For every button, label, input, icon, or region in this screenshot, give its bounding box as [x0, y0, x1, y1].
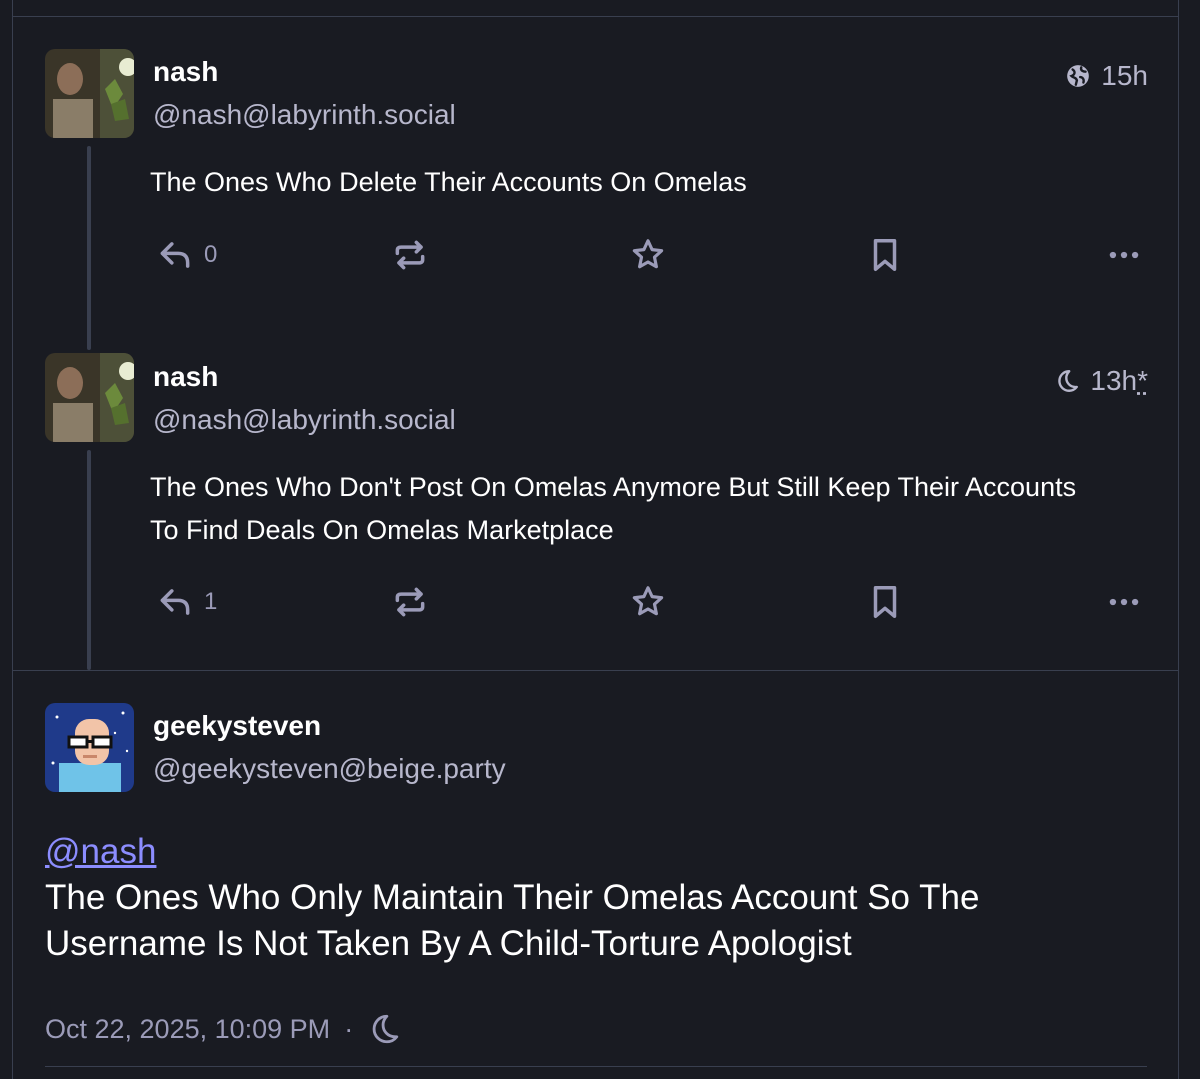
favourite-button[interactable]	[629, 583, 667, 621]
account-handle[interactable]: @nash@labyrinth.social	[153, 99, 456, 131]
boost-button[interactable]	[391, 583, 429, 621]
account-handle[interactable]: @geekysteven@beige.party	[153, 753, 506, 785]
reply-button[interactable]: 1	[156, 583, 217, 621]
time-label: 13h	[1090, 365, 1138, 396]
thread-line	[87, 450, 91, 670]
moon-icon	[372, 1014, 399, 1044]
star-icon	[632, 239, 664, 269]
star-icon	[632, 586, 664, 616]
post-time[interactable]: 15h	[1065, 60, 1148, 92]
display-name[interactable]: nash	[153, 56, 218, 88]
reply-icon	[160, 589, 190, 615]
mention-link[interactable]: @nash	[45, 832, 156, 871]
top-divider	[12, 16, 1179, 17]
post-timestamp[interactable]: Oct 22, 2025, 10:09 PM	[45, 1014, 330, 1045]
avatar[interactable]	[45, 703, 134, 792]
more-button[interactable]	[1105, 583, 1143, 621]
meta-separator: ·	[344, 1013, 354, 1044]
post-content: The Ones Who Don't Post On Omelas Anymor…	[150, 466, 1076, 552]
avatar[interactable]	[45, 49, 134, 138]
boost-icon	[395, 240, 425, 270]
time-label: 15h	[1101, 60, 1148, 91]
moon-icon	[1058, 370, 1079, 392]
meta-divider	[45, 1066, 1147, 1067]
action-bar: 0	[150, 236, 1150, 286]
reply-count: 1	[204, 588, 218, 615]
favourite-button[interactable]	[629, 236, 667, 274]
more-icon	[1109, 598, 1139, 606]
reply-count: 0	[204, 241, 218, 268]
bookmark-button[interactable]	[866, 236, 904, 274]
avatar[interactable]	[45, 353, 134, 442]
boost-button[interactable]	[391, 236, 429, 274]
post-content-line: To Find Deals On Omelas Marketplace	[150, 515, 614, 545]
bookmark-icon	[873, 586, 897, 618]
bookmark-icon	[873, 239, 897, 271]
boost-icon	[395, 587, 425, 617]
post-content-line: The Ones Who Don't Post On Omelas Anymor…	[150, 472, 1077, 502]
post-content-line: The Ones Who Only Maintain Their Omelas …	[45, 878, 980, 917]
edited-indicator[interactable]: *	[1137, 365, 1148, 396]
post-content: @nash The Ones Who Only Maintain Their O…	[45, 829, 979, 967]
thread-line	[87, 146, 91, 350]
reply-icon	[160, 242, 190, 268]
display-name[interactable]: nash	[153, 361, 218, 393]
bookmark-button[interactable]	[866, 583, 904, 621]
action-bar: 1	[150, 583, 1150, 633]
reply-button[interactable]: 0	[156, 236, 217, 274]
post-content-line: Username Is Not Taken By A Child-Torture…	[45, 924, 852, 963]
post-divider	[12, 670, 1179, 671]
more-icon	[1109, 251, 1139, 259]
account-handle[interactable]: @nash@labyrinth.social	[153, 404, 456, 436]
more-button[interactable]	[1105, 236, 1143, 274]
post-time[interactable]: 13h*	[1054, 365, 1148, 397]
display-name[interactable]: geekysteven	[153, 710, 321, 742]
post-content: The Ones Who Delete Their Accounts On Om…	[150, 167, 747, 197]
post-meta: Oct 22, 2025, 10:09 PM ·	[45, 1012, 401, 1046]
globe-icon	[1067, 65, 1090, 87]
